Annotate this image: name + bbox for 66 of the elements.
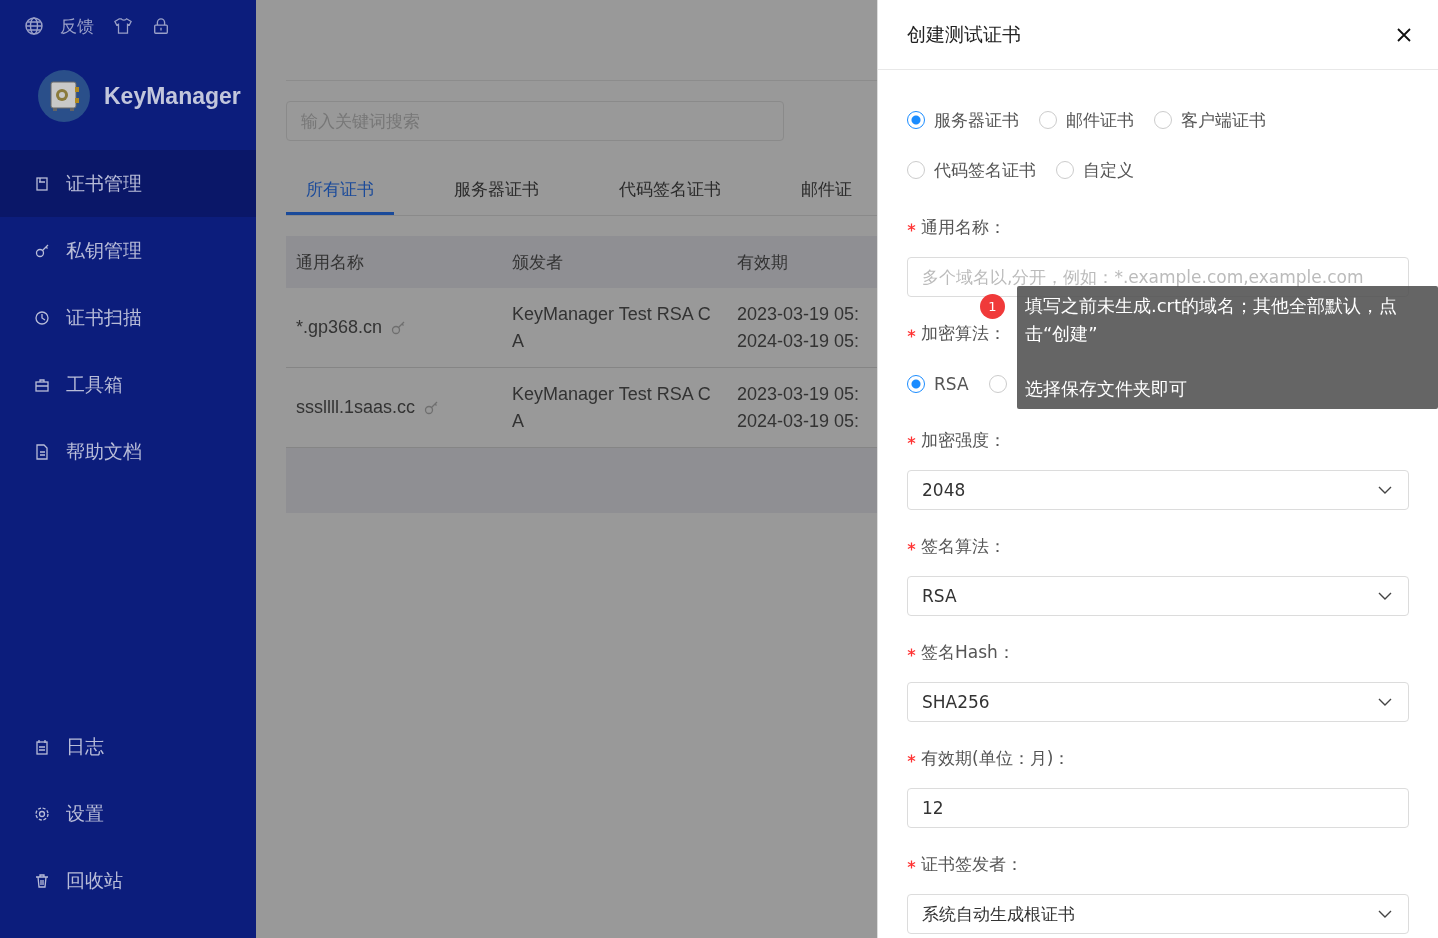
chevron-down-icon	[1378, 910, 1392, 918]
select-field[interactable]: SHA256	[907, 682, 1409, 722]
key-icon[interactable]	[423, 399, 440, 416]
table-cell: *.gp368.cn	[296, 317, 383, 338]
table-cell-text: 2023-03-19 05:	[737, 302, 860, 326]
select-field[interactable]: 2048	[907, 470, 1409, 510]
radio-option[interactable]: 客户端证书	[1154, 111, 1266, 129]
nav-item[interactable]: 工具箱	[0, 351, 256, 418]
tab[interactable]: 服务器证书	[434, 169, 559, 215]
settings-icon	[34, 805, 50, 822]
text-field[interactable]: 12	[907, 788, 1409, 828]
field-label: 有效期(单位：月)：	[921, 747, 1071, 769]
key-icon	[34, 242, 50, 259]
shirt-icon[interactable]	[114, 17, 132, 35]
key-icon[interactable]	[390, 319, 407, 336]
drawer-title: 创建测试证书	[907, 21, 1021, 47]
document-icon	[34, 443, 50, 460]
field-label: 通用名称：	[921, 216, 1006, 238]
table-cell: sssllll.1saas.cc	[296, 397, 416, 418]
close-icon[interactable]	[1396, 26, 1412, 43]
column-header: 颁发者	[512, 250, 564, 274]
field-label: 签名算法：	[921, 535, 1006, 557]
radio-option[interactable]: RSA	[907, 375, 969, 393]
radio-option[interactable]: 邮件证书	[1039, 111, 1134, 129]
select-field[interactable]: RSA	[907, 576, 1409, 616]
globe-icon[interactable]	[24, 16, 44, 36]
nav-item[interactable]: 帮助文档	[0, 418, 256, 485]
trash-icon	[34, 872, 50, 889]
field-label: 加密强度：	[921, 429, 1006, 451]
nav-item[interactable]: 回收站	[0, 847, 256, 914]
column-header: 通用名称	[295, 250, 365, 274]
lock-icon[interactable]	[152, 17, 170, 35]
table-cell-text: KeyManager Test RSA CA	[512, 382, 712, 433]
column-header: 有效期	[737, 250, 788, 274]
nav-item[interactable]: 证书扫描	[0, 284, 256, 351]
field-label: 证书签发者：	[921, 853, 1023, 875]
table-cell-text: 2024-03-19 05:	[737, 329, 860, 353]
radio-button[interactable]	[907, 111, 925, 129]
nav-item[interactable]: 设置	[0, 780, 256, 847]
chevron-down-icon	[1378, 698, 1392, 706]
radio-option[interactable]: 服务器证书	[907, 111, 1019, 129]
feedback-link[interactable]: 反馈	[60, 14, 94, 38]
safe-logo	[38, 70, 90, 122]
chevron-down-icon	[1378, 592, 1392, 600]
radio-option[interactable]: 自定义	[1056, 161, 1134, 179]
table-cell-text: KeyManager Test RSA CA	[512, 302, 712, 353]
toolbox-icon	[34, 376, 50, 393]
radio-option[interactable]: 代码签名证书	[907, 161, 1036, 179]
field-label: 加密算法：	[921, 322, 1006, 344]
radio-button[interactable]	[907, 375, 925, 393]
select-field[interactable]: 系统自动生成根证书	[907, 894, 1409, 934]
table-cell-text: 2024-03-19 05:	[737, 409, 860, 433]
tooltip-text: 填写之前未生成.crt的域名；其他全部默认，点击“创建”	[1025, 294, 1399, 346]
tooltip-text: 选择保存文件夹即可	[1025, 377, 1188, 401]
nav-item[interactable]: 私钥管理	[0, 217, 256, 284]
tab[interactable]: 代码签名证书	[599, 169, 741, 215]
tab[interactable]: 邮件证	[781, 169, 872, 215]
app-name: KeyManager	[104, 82, 241, 110]
nav-item[interactable]: 日志	[0, 713, 256, 780]
table-cell-text: 2023-03-19 05:	[737, 382, 860, 406]
field-label: 签名Hash：	[921, 641, 1015, 663]
chevron-down-icon	[1378, 486, 1392, 494]
certificate-icon	[34, 175, 50, 192]
clock-icon	[34, 309, 50, 326]
calendar-icon	[34, 738, 50, 755]
nav-item[interactable]: 证书管理	[0, 150, 256, 217]
